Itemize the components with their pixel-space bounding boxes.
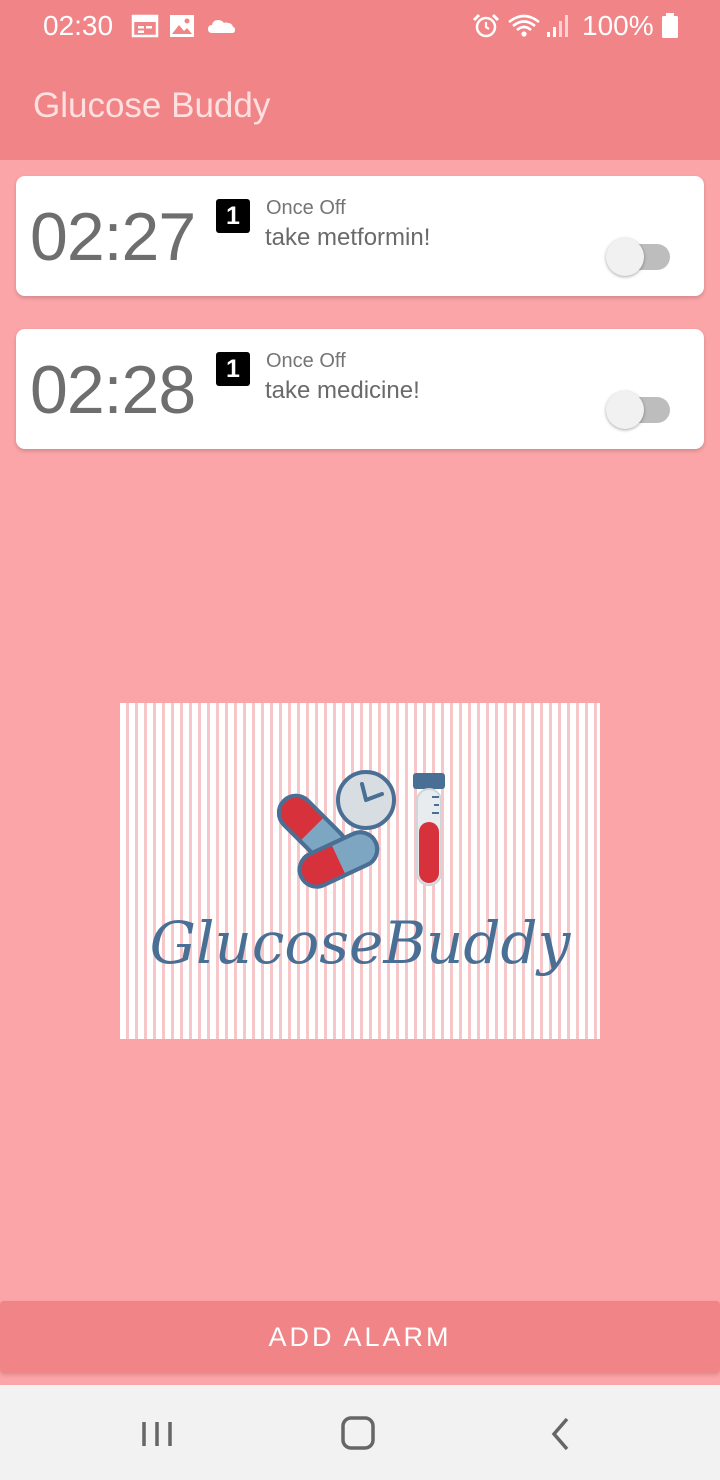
alarm-repeat: Once Off [266,197,346,219]
alarm-label: take metformin! [265,224,431,251]
toggle-thumb [606,238,644,276]
cloud-icon [208,20,235,33]
navigation-bar [0,1385,720,1480]
alarm-label: take medicine! [265,377,420,404]
alarm-time: 02:28 [30,352,196,428]
calendar-icon [131,14,159,38]
wifi-icon [508,14,540,37]
alarm-count-badge: 1 [216,352,250,386]
alarm-repeat: Once Off [266,350,346,372]
test-tube-icon [413,773,445,886]
recent-apps-icon[interactable] [127,1407,187,1459]
image-icon [170,15,194,37]
home-icon[interactable] [328,1407,388,1459]
alarm-toggle[interactable] [606,236,672,278]
signal-icon [547,15,568,37]
app-bar: Glucose Buddy [0,55,720,160]
logo-illustration [276,770,445,889]
app-title: Glucose Buddy [33,86,271,125]
toggle-thumb [606,391,644,429]
alarm-card[interactable]: 02:28 1 Once Off take medicine! [16,329,704,449]
logo-text: GlucoseBuddy [149,909,571,977]
status-bar: 02:30 100% [0,0,720,55]
clock-icon [336,770,396,830]
alarm-count-badge: 1 [216,199,250,233]
status-time: 02:30 [43,10,114,41]
battery-percentage: 100% [582,10,654,41]
app-logo: GlucoseBuddy [120,703,600,1039]
alarm-clock-icon [472,13,500,38]
battery-icon [662,13,678,38]
add-alarm-button[interactable]: ADD ALARM [0,1301,720,1373]
alarm-time: 02:27 [30,199,196,275]
alarm-card[interactable]: 02:27 1 Once Off take metformin! [16,176,704,296]
alarm-toggle[interactable] [606,389,672,431]
back-icon[interactable] [530,1407,590,1459]
